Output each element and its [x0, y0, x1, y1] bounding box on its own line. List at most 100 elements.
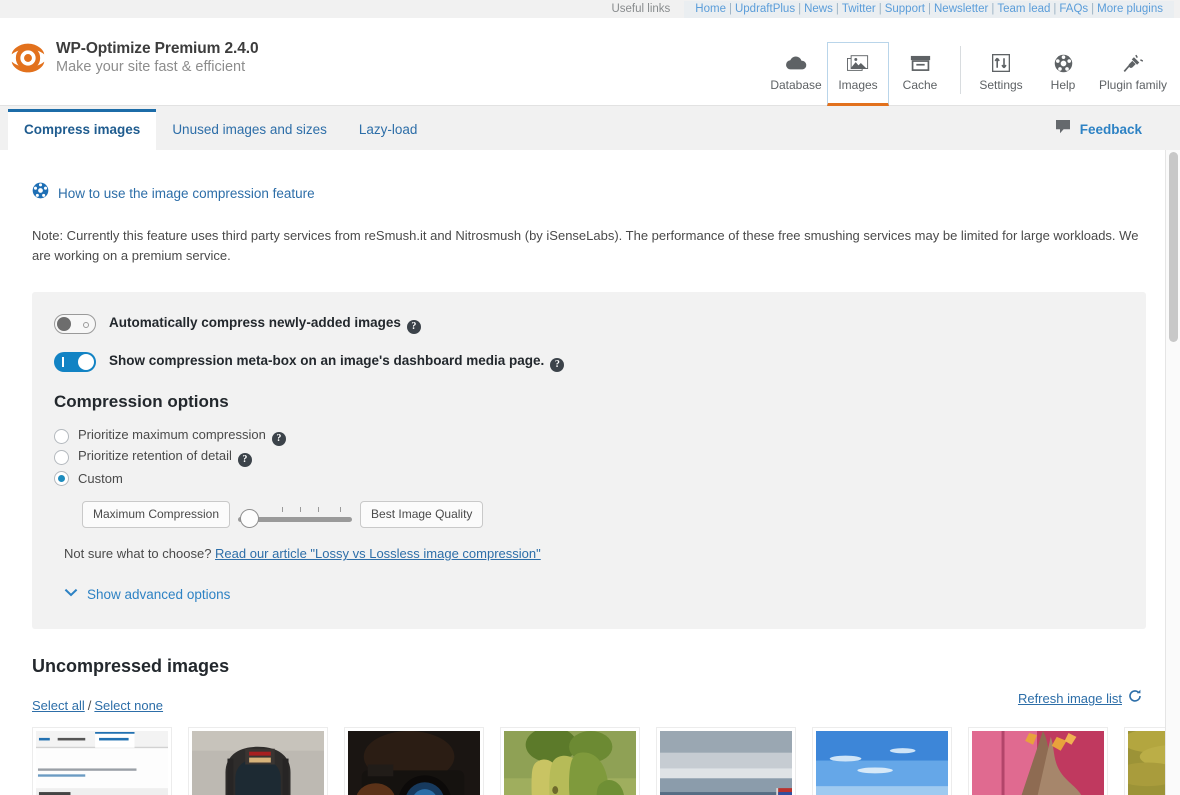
settings-icon — [992, 51, 1010, 75]
useful-link-updraftplus[interactable]: UpdraftPlus — [732, 3, 798, 15]
content-inner: How to use the image compression feature… — [0, 150, 1180, 795]
nav-item-cache[interactable]: Cache — [889, 42, 951, 106]
help-icon[interactable]: ? — [271, 431, 286, 446]
quality-slider[interactable] — [236, 502, 354, 528]
nav-divider — [960, 46, 961, 94]
useful-link-news[interactable]: News — [801, 3, 836, 15]
radio-retention-detail[interactable] — [54, 449, 69, 465]
toggle-knob — [78, 354, 94, 371]
refresh-image-list-button[interactable]: Refresh image list — [1018, 689, 1142, 708]
nav-item-help[interactable]: Help — [1032, 42, 1094, 106]
app-subtitle: Make your site fast & efficient — [56, 59, 246, 76]
nav-item-database[interactable]: Database — [765, 42, 827, 106]
slider-thumb[interactable] — [240, 508, 260, 528]
app-header: WP-Optimize Premium 2.4.0 Make your site… — [0, 18, 1180, 106]
refresh-icon — [1128, 689, 1142, 708]
scrollbar-thumb[interactable] — [1169, 152, 1178, 342]
page-scrollbar[interactable] — [1165, 150, 1180, 795]
cloud-icon — [785, 51, 807, 75]
compression-options-title: Compression options — [54, 392, 229, 412]
lossy-vs-lossless-link[interactable]: Read our article "Lossy vs Lossless imag… — [215, 546, 541, 561]
toggle-hole — [83, 322, 89, 329]
uncompressed-images-grid — [32, 727, 1180, 795]
slider-left-label: Maximum Compression — [82, 501, 231, 529]
info-wheel-icon — [32, 182, 49, 204]
radio-max-compression[interactable] — [54, 428, 69, 444]
show-advanced-options-toggle[interactable]: Show advanced options — [64, 585, 1124, 603]
thumbnail-photo-photographer-camera[interactable] — [344, 727, 484, 795]
tab-bar: Compress images Unused images and sizes … — [0, 106, 1180, 150]
nav-label: Plugin family — [1098, 78, 1168, 92]
tab-unused-images-and-sizes[interactable]: Unused images and sizes — [156, 110, 343, 150]
thumbnail-photo-green-fruit[interactable] — [500, 727, 640, 795]
thumbnail-image — [348, 731, 480, 795]
useful-link-team-lead[interactable]: Team lead — [994, 3, 1053, 15]
quality-slider-row: Maximum Compression Best Image Quality — [82, 501, 1124, 529]
how-to-link[interactable]: How to use the image compression feature — [32, 150, 1148, 204]
useful-links-label: Useful links — [611, 3, 671, 15]
useful-links-bar: Useful links Home | UpdraftPlus | News | Tw… — [0, 0, 1180, 18]
auto-compress-label: Automatically compress newly-added image… — [109, 315, 421, 334]
useful-link-faqs[interactable]: FAQs — [1056, 3, 1091, 15]
third-party-note: Note: Currently this feature uses third … — [32, 228, 1139, 264]
show-metabox-toggle[interactable] — [54, 352, 96, 373]
tab-compress-images[interactable]: Compress images — [8, 109, 157, 150]
chevron-down-icon — [64, 585, 78, 603]
useful-link-support[interactable]: Support — [882, 3, 928, 15]
cache-icon — [910, 51, 931, 75]
nav-label: Help — [1050, 78, 1076, 92]
selection-row: Select all / Select none Refresh image lis… — [32, 689, 1148, 717]
main-navigation: Database Images Cache Settings Help Plug… — [765, 42, 1172, 106]
help-icon[interactable]: ? — [406, 319, 421, 334]
toggle-knob — [57, 317, 71, 332]
help-icon[interactable]: ? — [237, 452, 252, 467]
uncompressed-images-title: Uncompressed images — [32, 656, 230, 677]
thumbnail-photo-doorway-arch[interactable] — [188, 727, 328, 795]
radio-label: Prioritize maximum compression? — [78, 427, 286, 446]
feedback-button[interactable]: Feedback — [1055, 119, 1142, 139]
content-area: How to use the image compression feature… — [0, 150, 1180, 795]
show-advanced-options-label: Show advanced options — [87, 586, 231, 602]
thumbnail-photo-coastal-ridge[interactable] — [656, 727, 796, 795]
useful-link-twitter[interactable]: Twitter — [839, 3, 879, 15]
plug-icon — [1123, 51, 1143, 75]
speech-bubble-icon — [1055, 119, 1071, 139]
tab-lazy-load[interactable]: Lazy-load — [343, 110, 434, 150]
toggle-bar — [62, 357, 64, 368]
select-none-link[interactable]: Select none — [94, 698, 163, 713]
feedback-label: Feedback — [1079, 121, 1142, 137]
radio-text: Prioritize maximum compression — [78, 427, 266, 443]
nav-label: Cache — [902, 78, 938, 92]
useful-link-home[interactable]: Home — [692, 3, 729, 15]
radio-label: Custom — [78, 470, 123, 486]
radio-row-max-compression[interactable]: Prioritize maximum compression? — [54, 426, 1124, 446]
thumbnail-image — [36, 731, 168, 795]
select-all-link[interactable]: Select all — [32, 698, 85, 713]
radio-row-retention-detail[interactable]: Prioritize retention of detail? — [54, 447, 1124, 467]
compression-settings-panel: Automatically compress newly-added image… — [32, 292, 1146, 630]
thumbnail-photo-pink-wall[interactable] — [968, 727, 1108, 795]
radio-row-custom[interactable]: Custom — [54, 468, 1124, 488]
thumbnail-image — [816, 731, 948, 795]
thumbnail-image — [192, 731, 324, 795]
radio-custom[interactable] — [54, 470, 69, 486]
useful-link-newsletter[interactable]: Newsletter — [931, 3, 991, 15]
nav-item-plugin-family[interactable]: Plugin family — [1094, 42, 1172, 106]
thumbnail-photo-dirt-road-field[interactable] — [812, 727, 952, 795]
how-to-label: How to use the image compression feature — [58, 185, 315, 201]
nav-label: Images — [838, 78, 878, 92]
images-icon — [847, 51, 869, 75]
wp-optimize-logo-icon — [10, 40, 46, 76]
radio-label: Prioritize retention of detail? — [78, 448, 252, 467]
thumbnail-screenshot-settings-page[interactable] — [32, 727, 172, 795]
auto-compress-toggle[interactable] — [54, 314, 96, 335]
slider-right-label: Best Image Quality — [360, 501, 484, 529]
not-sure-text: Not sure what to choose? Read our articl… — [64, 546, 1124, 561]
refresh-image-list-label[interactable]: Refresh image list — [1018, 691, 1122, 706]
nav-item-images[interactable]: Images — [827, 42, 889, 106]
nav-item-settings[interactable]: Settings — [970, 42, 1032, 106]
useful-link-more-plugins[interactable]: More plugins — [1094, 3, 1166, 15]
nav-label: Database — [770, 78, 822, 92]
help-icon[interactable]: ? — [550, 357, 565, 372]
show-metabox-text: Show compression meta-box on an image's … — [109, 353, 545, 369]
